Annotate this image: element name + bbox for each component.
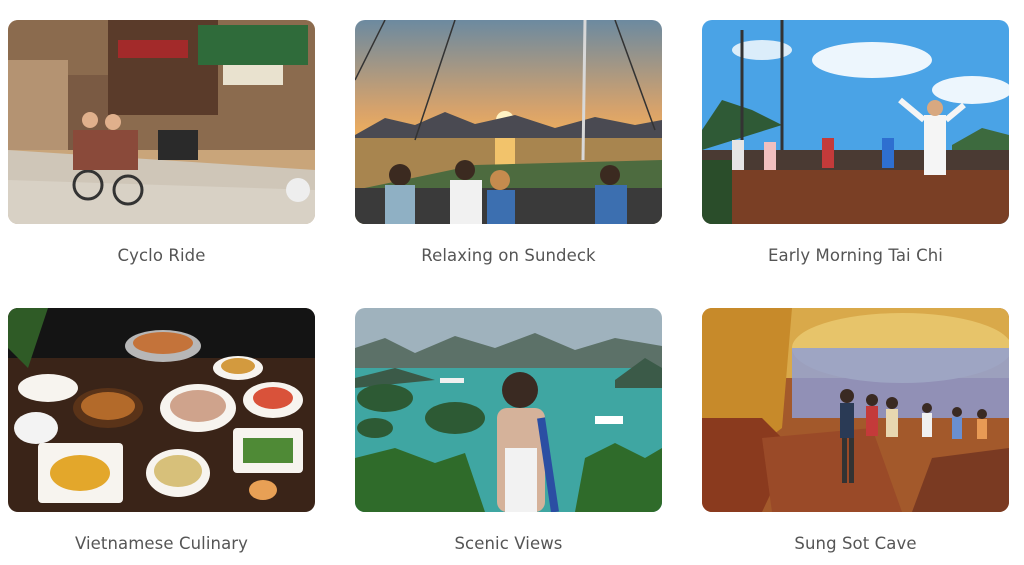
activity-title[interactable]: Relaxing on Sundeck [355,246,662,265]
activity-title[interactable]: Cyclo Ride [8,246,315,265]
activity-title[interactable]: Early Morning Tai Chi [702,246,1009,265]
street-cyclo-photo[interactable] [8,20,315,224]
activity-card-cyclo-ride[interactable]: Cyclo Ride [8,20,315,265]
activity-card-scenic-views[interactable]: Scenic Views [355,308,662,553]
activity-card-sung-sot-cave[interactable]: Sung Sot Cave [702,308,1009,553]
activity-card-relaxing-on-sundeck[interactable]: Relaxing on Sundeck [355,20,662,265]
activity-title[interactable]: Sung Sot Cave [702,534,1009,553]
cave-interior-photo[interactable] [702,308,1009,512]
food-spread-photo[interactable] [8,308,315,512]
activity-card-early-morning-tai-chi[interactable]: Early Morning Tai Chi [702,20,1009,265]
activity-title[interactable]: Vietnamese Culinary [8,534,315,553]
tai-chi-deck-photo[interactable] [702,20,1009,224]
activities-grid: Cyclo Ride Relaxing on Sundeck Early Mor… [0,0,1024,565]
activity-card-vietnamese-culinary[interactable]: Vietnamese Culinary [8,308,315,553]
sunset-sundeck-photo[interactable] [355,20,662,224]
bay-view-photo[interactable] [355,308,662,512]
activity-title[interactable]: Scenic Views [355,534,662,553]
